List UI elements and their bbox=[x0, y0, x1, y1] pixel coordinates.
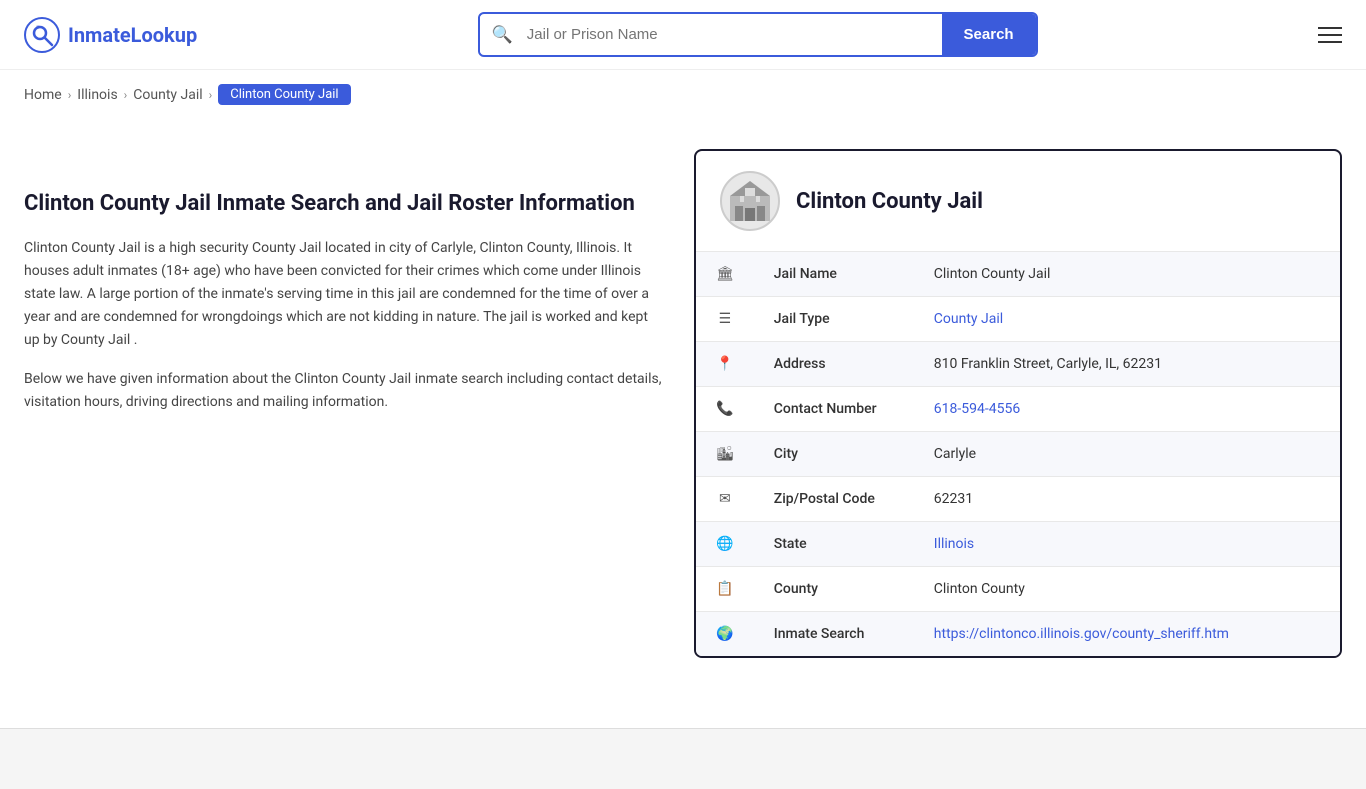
breadcrumb-home[interactable]: Home bbox=[24, 87, 62, 103]
chevron-icon-3: › bbox=[209, 88, 213, 102]
table-row: 📋CountyClinton County bbox=[696, 567, 1340, 612]
search-input[interactable] bbox=[519, 16, 930, 53]
hamburger-line3 bbox=[1318, 41, 1342, 43]
info-table: 🏛Jail NameClinton County Jail☰Jail TypeC… bbox=[696, 252, 1340, 656]
row-value: 810 Franklin Street, Carlyle, IL, 62231 bbox=[914, 342, 1340, 387]
row-label: Zip/Postal Code bbox=[754, 477, 914, 522]
row-label: Jail Type bbox=[754, 297, 914, 342]
row-link[interactable]: Illinois bbox=[934, 536, 974, 552]
row-value[interactable]: https://clintonco.illinois.gov/county_sh… bbox=[914, 612, 1340, 657]
row-value: Clinton County Jail bbox=[914, 252, 1340, 297]
chevron-icon-2: › bbox=[124, 88, 128, 102]
hamburger-line1 bbox=[1318, 27, 1342, 29]
description-para2: Below we have given information about th… bbox=[24, 368, 664, 414]
table-row: 🌐State Illinois bbox=[696, 522, 1340, 567]
row-link[interactable]: 618-594-4556 bbox=[934, 401, 1020, 417]
row-icon: 📋 bbox=[696, 567, 754, 612]
row-label: Address bbox=[754, 342, 914, 387]
row-value[interactable]: County Jail bbox=[914, 297, 1340, 342]
description-para1: Clinton County Jail is a high security C… bbox=[24, 237, 664, 352]
table-row: 🌍Inmate Search https://clintonco.illinois… bbox=[696, 612, 1340, 657]
row-label: Contact Number bbox=[754, 387, 914, 432]
row-label: City bbox=[754, 432, 914, 477]
main-content: Clinton County Jail Inmate Search and Ja… bbox=[0, 119, 1366, 688]
row-value: Carlyle bbox=[914, 432, 1340, 477]
row-value: Clinton County bbox=[914, 567, 1340, 612]
row-icon: 🌐 bbox=[696, 522, 754, 567]
menu-button[interactable] bbox=[1318, 27, 1342, 43]
row-icon: 📍 bbox=[696, 342, 754, 387]
table-row: 📞Contact Number 618-594-4556 bbox=[696, 387, 1340, 432]
row-icon: 📞 bbox=[696, 387, 754, 432]
search-bar: 🔍 Search bbox=[478, 12, 1038, 57]
jail-card-title: Clinton County Jail bbox=[796, 189, 983, 214]
row-icon: ✉ bbox=[696, 477, 754, 522]
jail-avatar bbox=[720, 171, 780, 231]
row-value[interactable]: Illinois bbox=[914, 522, 1340, 567]
row-icon: 🏙 bbox=[696, 432, 754, 477]
row-label: Inmate Search bbox=[754, 612, 914, 657]
table-row: 📍Address810 Franklin Street, Carlyle, IL… bbox=[696, 342, 1340, 387]
search-icon: 🔍 bbox=[492, 25, 513, 45]
breadcrumb-county-jail[interactable]: County Jail bbox=[133, 87, 202, 103]
table-row: 🏙CityCarlyle bbox=[696, 432, 1340, 477]
page-title: Clinton County Jail Inmate Search and Ja… bbox=[24, 189, 664, 219]
jail-card: Clinton County Jail 🏛Jail NameClinton Co… bbox=[694, 149, 1342, 658]
header: InmateLookup 🔍 Search bbox=[0, 0, 1366, 70]
row-label: State bbox=[754, 522, 914, 567]
row-link[interactable]: County Jail bbox=[934, 311, 1003, 327]
table-row: 🏛Jail NameClinton County Jail bbox=[696, 252, 1340, 297]
footer bbox=[0, 728, 1366, 789]
row-icon: 🏛 bbox=[696, 252, 754, 297]
chevron-icon-1: › bbox=[68, 88, 72, 102]
row-label: County bbox=[754, 567, 914, 612]
breadcrumb-current: Clinton County Jail bbox=[218, 84, 350, 105]
row-value: 62231 bbox=[914, 477, 1340, 522]
row-icon: ☰ bbox=[696, 297, 754, 342]
row-link[interactable]: https://clintonco.illinois.gov/county_sh… bbox=[934, 626, 1229, 642]
hamburger-line2 bbox=[1318, 34, 1342, 36]
jail-card-header: Clinton County Jail bbox=[696, 151, 1340, 252]
breadcrumb: Home › Illinois › County Jail › Clinton … bbox=[0, 70, 1366, 119]
row-label: Jail Name bbox=[754, 252, 914, 297]
search-button[interactable]: Search bbox=[942, 14, 1036, 55]
table-row: ☰Jail Type County Jail bbox=[696, 297, 1340, 342]
logo-icon bbox=[24, 17, 60, 53]
row-icon: 🌍 bbox=[696, 612, 754, 657]
left-column: Clinton County Jail Inmate Search and Ja… bbox=[24, 149, 664, 658]
breadcrumb-illinois[interactable]: Illinois bbox=[77, 87, 117, 103]
right-column: Clinton County Jail 🏛Jail NameClinton Co… bbox=[694, 149, 1342, 658]
row-value[interactable]: 618-594-4556 bbox=[914, 387, 1340, 432]
logo-text: InmateLookup bbox=[68, 23, 197, 47]
table-row: ✉Zip/Postal Code62231 bbox=[696, 477, 1340, 522]
logo[interactable]: InmateLookup bbox=[24, 17, 197, 53]
jail-building-icon bbox=[725, 176, 775, 226]
